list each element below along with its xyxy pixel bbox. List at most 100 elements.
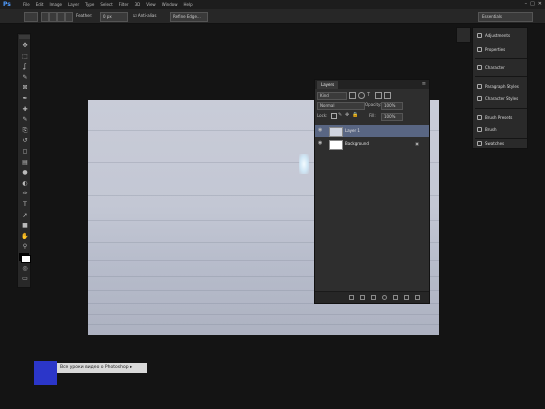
app-logo: Ps <box>3 1 11 8</box>
healing-tool-icon[interactable]: ✚ <box>21 106 29 113</box>
maximize-button[interactable]: □ <box>530 0 535 9</box>
dock-item-properties[interactable]: Properties <box>473 44 529 56</box>
menu-view[interactable]: View <box>146 0 156 9</box>
pen-tool-icon[interactable]: ✑ <box>21 191 29 197</box>
gradient-tool-icon[interactable]: ▤ <box>21 159 29 166</box>
dock-item-character-styles[interactable]: Character Styles <box>473 93 529 105</box>
layer-row[interactable]: ◉ Layer 1 <box>315 125 429 137</box>
refine-edge-button[interactable]: Refine Edge... <box>170 12 208 22</box>
character-styles-icon <box>477 96 482 101</box>
brush-tool-icon[interactable]: ✎ <box>21 117 29 123</box>
eyedropper-tool-icon[interactable]: ✒ <box>21 96 29 102</box>
options-bar: Feather: 0 px ☑ Anti-alias Refine Edge..… <box>0 9 545 24</box>
layer-mask-icon[interactable] <box>371 295 376 300</box>
layer-style-icon[interactable] <box>360 295 365 300</box>
dock-item-character[interactable]: Character <box>473 62 529 74</box>
shape-tool-icon[interactable]: ■ <box>21 223 29 229</box>
brush-presets-icon <box>477 115 482 120</box>
dock-item-brush[interactable]: Brush <box>473 124 529 136</box>
brush-icon <box>477 127 482 132</box>
lock-pixels-icon[interactable]: ✎ <box>338 113 342 118</box>
quick-select-tool-icon[interactable]: ✎ <box>21 74 29 81</box>
dodge-tool-icon[interactable]: ◐ <box>21 180 29 187</box>
lock-position-icon[interactable]: ✥ <box>345 113 349 118</box>
antialias-checkbox[interactable]: ☑ Anti-alias <box>133 12 156 20</box>
tool-preset-picker[interactable] <box>24 12 38 22</box>
layers-footer <box>315 291 429 303</box>
adjustment-filter-icon[interactable] <box>358 92 365 99</box>
blur-tool-icon[interactable]: ● <box>21 170 29 176</box>
layers-panel: Layers ≡ Kind T Normal Opacity: 100% Loc… <box>314 79 430 304</box>
dock-item-adjustments[interactable]: Adjustments <box>473 30 529 42</box>
pixel-filter-icon[interactable] <box>349 92 356 99</box>
shape-filter-icon[interactable] <box>375 92 382 99</box>
water-splash <box>299 154 309 174</box>
minimize-button[interactable]: – <box>525 0 528 9</box>
lasso-tool-icon[interactable]: ʆ <box>21 64 29 70</box>
panel-menu-icon[interactable]: ≡ <box>422 81 426 88</box>
history-brush-tool-icon[interactable]: ↺ <box>21 138 29 144</box>
tools-panel: ✥ ⬚ ʆ ✎ ⊠ ✒ ✚ ✎ ⎘ ↺ ◻ ▤ ● ◐ ✑ T ➚ ■ ✋ ⚲ ◩ ◎ ▭ <box>17 33 31 288</box>
lessons-link[interactable]: Все уроки видео о Photoshop ▸ <box>57 363 147 373</box>
menu-window[interactable]: Window <box>162 0 178 9</box>
link-layers-icon[interactable] <box>349 295 354 300</box>
clone-tool-icon[interactable]: ⎘ <box>21 127 29 134</box>
hand-tool-icon[interactable]: ✋ <box>21 233 29 240</box>
screen-mode-tool-icon[interactable]: ▭ <box>21 276 29 282</box>
zoom-tool-icon[interactable]: ⚲ <box>21 244 29 250</box>
new-selection-icon[interactable] <box>41 12 49 22</box>
group-folder-icon[interactable] <box>393 295 398 300</box>
intersect-selection-icon[interactable] <box>65 12 73 22</box>
delete-trash-icon[interactable] <box>415 295 420 300</box>
fill-input[interactable]: 100% <box>381 113 403 121</box>
dock-item-brush-presets[interactable]: Brush Presets <box>473 112 529 124</box>
lock-all-icon[interactable]: 🔒 <box>352 113 358 118</box>
menu-3d[interactable]: 3D <box>135 0 141 9</box>
blend-mode-select[interactable]: Normal <box>317 102 365 110</box>
layer-name[interactable]: Background <box>345 140 369 148</box>
lock-icons: ✎ ✥ 🔒 <box>331 113 361 119</box>
menu-bar: Ps File Edit Image Layer Type Select Fil… <box>0 0 545 9</box>
layer-thumbnail <box>329 140 343 150</box>
subtract-selection-icon[interactable] <box>57 12 65 22</box>
type-filter-icon[interactable]: T <box>367 92 370 98</box>
eraser-tool-icon[interactable]: ◻ <box>21 149 29 155</box>
menu-image[interactable]: Image <box>49 0 62 9</box>
visibility-eye-icon[interactable]: ◉ <box>318 141 323 146</box>
dock-item-paragraph-styles[interactable]: Paragraph Styles <box>473 81 529 93</box>
lock-transparent-icon[interactable] <box>331 113 337 119</box>
dock-item-swatches[interactable]: Swatches <box>473 138 529 150</box>
layer-name[interactable]: Layer 1 <box>345 127 360 135</box>
menu-edit[interactable]: Edit <box>36 0 44 9</box>
opacity-input[interactable]: 100% <box>381 102 403 110</box>
menu-help[interactable]: Help <box>183 0 192 9</box>
antialias-label: Anti-alias <box>137 13 157 18</box>
foreground-color-tool-icon[interactable]: ◩ <box>21 255 31 263</box>
properties-icon <box>477 47 482 52</box>
dock-collapse-icon[interactable] <box>456 27 471 43</box>
path-select-tool-icon[interactable]: ➚ <box>21 212 29 219</box>
smart-object-filter-icon[interactable] <box>384 92 391 99</box>
tab-layers[interactable]: Layers <box>317 81 339 89</box>
menu-file[interactable]: File <box>23 0 30 9</box>
panel-dock: Adjustments Properties Character Paragra… <box>472 27 528 149</box>
filter-kind-select[interactable]: Kind <box>317 92 347 100</box>
layer-row[interactable]: ◉ Background ▣ <box>315 138 429 150</box>
type-tool-icon[interactable]: T <box>21 202 29 208</box>
toolbar-grip[interactable] <box>19 35 30 39</box>
menu-type[interactable]: Type <box>85 0 94 9</box>
menu-select[interactable]: Select <box>100 0 112 9</box>
menu-filter[interactable]: Filter <box>119 0 129 9</box>
new-layer-icon[interactable] <box>404 295 409 300</box>
adjustment-layer-icon[interactable] <box>382 295 387 300</box>
feather-input[interactable]: 0 px <box>100 12 128 22</box>
menu-layer[interactable]: Layer <box>68 0 79 9</box>
workspace-switcher[interactable]: Essentials <box>478 12 533 22</box>
close-button[interactable]: ✕ <box>538 0 542 9</box>
quick-mask-tool-icon[interactable]: ◎ <box>21 265 29 272</box>
visibility-eye-icon[interactable]: ◉ <box>318 128 323 133</box>
marquee-tool-icon[interactable]: ⬚ <box>21 53 29 60</box>
add-selection-icon[interactable] <box>49 12 57 22</box>
crop-tool-icon[interactable]: ⊠ <box>21 85 29 91</box>
move-tool-icon[interactable]: ✥ <box>21 43 29 49</box>
